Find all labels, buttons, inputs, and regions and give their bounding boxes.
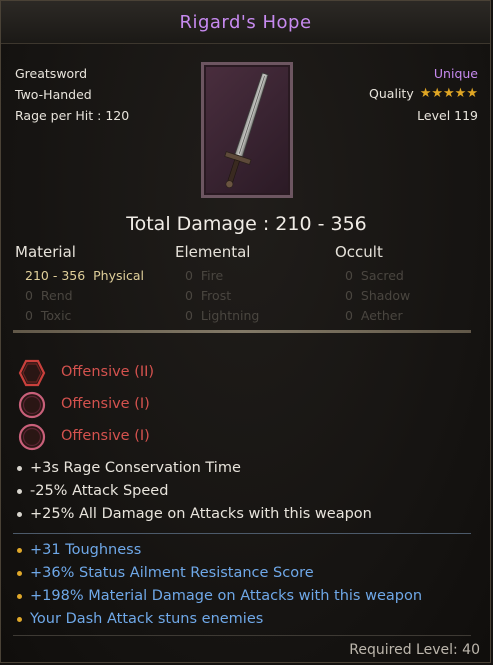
star-icon: ★★★★★ <box>419 86 478 101</box>
damage-row: 0 Toxic <box>25 308 71 323</box>
divider <box>13 635 471 636</box>
stat-line: +3s Rage Conservation Time <box>30 460 241 476</box>
bullet-icon <box>17 571 22 576</box>
item-rage: Rage per Hit : 120 <box>15 108 130 123</box>
damage-header-elemental: Elemental <box>175 243 251 261</box>
quality-label: Quality <box>369 86 414 101</box>
divider <box>13 330 471 333</box>
item-rarity: Unique <box>433 66 478 81</box>
bullet-icon <box>17 489 22 494</box>
bullet-icon <box>17 548 22 553</box>
damage-value: 0 <box>185 288 193 303</box>
stat-line: +25% All Damage on Attacks with this wea… <box>30 506 372 522</box>
stat-line: -25% Attack Speed <box>30 483 169 499</box>
damage-row: 0 Sacred <box>345 268 404 283</box>
damage-row: 0 Shadow <box>345 288 410 303</box>
damage-value: 0 <box>25 308 33 323</box>
unique-stat-line: Your Dash Attack stuns enemies <box>30 611 264 627</box>
greatsword-icon <box>224 72 269 189</box>
damage-label: Fire <box>200 268 224 283</box>
damage-header-occult: Occult <box>335 243 383 261</box>
damage-label: Lightning <box>200 308 260 323</box>
bullet-icon <box>17 617 22 622</box>
item-handedness: Two-Handed <box>15 87 92 102</box>
damage-row: 210 - 356 Physical <box>25 268 144 283</box>
damage-row: 0 Lightning <box>185 308 259 323</box>
bullet-icon <box>17 594 22 599</box>
unique-stat-line: +36% Status Ailment Resistance Score <box>30 565 314 581</box>
weapon-thumbnail <box>201 62 293 198</box>
item-title: Rigard's Hope <box>179 11 312 33</box>
damage-value: 0 <box>345 308 353 323</box>
damage-label: Shadow <box>360 288 411 303</box>
damage-label: Aether <box>360 308 403 323</box>
total-damage: Total Damage : 210 - 356 <box>126 213 367 235</box>
circle-slot-icon <box>18 423 46 451</box>
title-bar: Rigard's Hope <box>1 1 490 44</box>
damage-header-material: Material <box>15 243 76 261</box>
item-tooltip: Rigard's Hope Greatsword Two-Handed Rage… <box>0 0 491 663</box>
item-level: Level 119 <box>417 108 478 123</box>
divider <box>13 533 471 534</box>
damage-value: 0 <box>345 268 353 283</box>
damage-value: 0 <box>185 308 193 323</box>
damage-row: 0 Rend <box>25 288 73 303</box>
damage-row: 0 Aether <box>345 308 403 323</box>
unique-stat-line: +31 Toughness <box>30 542 142 558</box>
slot-label: Offensive (II) <box>61 364 155 380</box>
item-type: Greatsword <box>15 66 88 81</box>
damage-label: Toxic <box>40 308 72 323</box>
damage-value: 0 <box>25 288 33 303</box>
slot-label: Offensive (I) <box>61 428 150 444</box>
damage-value: 210 - 356 <box>25 268 86 283</box>
item-quality: Quality ★★★★★ <box>369 86 478 101</box>
slot-label: Offensive (I) <box>61 396 150 412</box>
damage-label: Rend <box>40 288 73 303</box>
damage-value: 0 <box>185 268 193 283</box>
bullet-icon <box>17 512 22 517</box>
damage-row: 0 Fire <box>185 268 223 283</box>
damage-label: Sacred <box>360 268 404 283</box>
bullet-icon <box>17 466 22 471</box>
damage-label: Physical <box>93 268 144 283</box>
damage-row: 0 Frost <box>185 288 231 303</box>
damage-value: 0 <box>345 288 353 303</box>
hexagon-slot-icon <box>18 359 46 387</box>
circle-slot-icon <box>18 391 46 419</box>
required-level: Required Level: 40 <box>349 642 480 658</box>
unique-stat-line: +198% Material Damage on Attacks with th… <box>30 588 423 604</box>
damage-label: Frost <box>200 288 232 303</box>
